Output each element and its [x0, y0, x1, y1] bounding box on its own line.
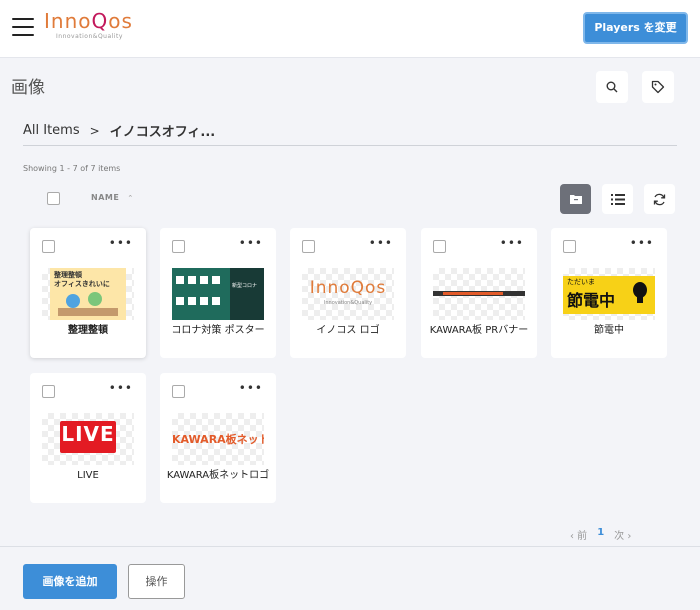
- item-title: 整理整頓: [68, 325, 108, 336]
- logo-wordmark: InnoQos: [44, 9, 133, 33]
- prev-page-link[interactable]: ‹ 前: [570, 527, 587, 542]
- more-options-icon[interactable]: •••: [239, 237, 263, 249]
- more-options-icon[interactable]: •••: [109, 382, 133, 394]
- thumbnail: 整理整頓 オフィスきれいに: [42, 268, 134, 320]
- grid-view-button[interactable]: [560, 184, 591, 214]
- select-all-checkbox[interactable]: [47, 192, 60, 205]
- thumbnail-text: LIVE: [61, 422, 115, 446]
- item-title: コロナ対策 ポスター: [171, 325, 265, 336]
- more-options-icon[interactable]: •••: [369, 237, 393, 249]
- image-card-seiri[interactable]: ••• 整理整頓 オフィスきれいに 整理整頓: [30, 228, 146, 358]
- items-count: Showing 1 - 7 of 7 items: [23, 164, 121, 173]
- change-players-button[interactable]: Players を変更: [583, 12, 688, 44]
- thumbnail-text: 整理整頓 オフィスきれいに: [54, 271, 110, 288]
- thumbnail-text: 新型コロナ: [232, 283, 258, 289]
- search-button[interactable]: [596, 71, 628, 103]
- divider: [23, 145, 677, 146]
- thumbnail-text: KAWARA板ネット: [172, 433, 264, 446]
- item-checkbox[interactable]: [42, 385, 55, 398]
- thumbnail: LIVE: [42, 413, 134, 465]
- app-logo[interactable]: InnoQos Innovation&Quality: [44, 10, 144, 46]
- item-title: LIVE: [77, 470, 99, 481]
- breadcrumb: All Items > イノコスオフィ...: [23, 121, 215, 140]
- thumbnail-text: InnoQos: [309, 278, 387, 298]
- folder-icon: [569, 195, 582, 204]
- thumbnail-text: 節電中: [567, 291, 616, 310]
- thumbnail: ただいま 節電中: [563, 268, 655, 320]
- thumbnail: InnoQos Innovation&Quality: [302, 268, 394, 320]
- refresh-icon: [653, 193, 666, 205]
- more-options-icon[interactable]: •••: [239, 382, 263, 394]
- item-title: 節電中: [594, 325, 624, 336]
- image-card-corona-poster[interactable]: ••• 新型コロナ コロナ対策 ポスター: [160, 228, 276, 358]
- thumbnail: 新型コロナ: [172, 268, 264, 320]
- item-title: KAWARA板ネットロゴ: [166, 470, 270, 481]
- logo-tagline: Innovation&Quality: [56, 33, 123, 40]
- image-card-innoqos-logo[interactable]: ••• InnoQos Innovation&Quality イノコス ロゴ: [290, 228, 406, 358]
- item-checkbox[interactable]: [172, 385, 185, 398]
- list-view-button[interactable]: [602, 184, 633, 214]
- page-title: 画像: [11, 78, 45, 98]
- add-image-button[interactable]: 画像を追加: [23, 564, 117, 599]
- tag-icon: [651, 80, 665, 94]
- operations-button[interactable]: 操作: [128, 564, 185, 599]
- more-options-icon[interactable]: •••: [109, 237, 133, 249]
- breadcrumb-current: イノコスオフィ...: [109, 125, 216, 140]
- top-bar: InnoQos Innovation&Quality Players を変更: [0, 0, 700, 58]
- image-card-kawara-logo[interactable]: ••• KAWARA板ネット KAWARA板ネットロゴ: [160, 373, 276, 503]
- image-card-setsuden[interactable]: ••• ただいま 節電中 節電中: [551, 228, 667, 358]
- name-header-label: NAME: [91, 193, 120, 202]
- next-page-link[interactable]: 次 ›: [614, 527, 631, 542]
- item-title: KAWARA板 PRバナー: [429, 325, 529, 336]
- more-options-icon[interactable]: •••: [500, 237, 524, 249]
- sort-icon: ⌃: [127, 193, 134, 202]
- tag-filter-button[interactable]: [642, 71, 674, 103]
- thumbnail: [433, 268, 525, 320]
- item-title: イノコス ロゴ: [316, 325, 380, 336]
- menu-icon[interactable]: [12, 18, 34, 36]
- search-icon: [606, 81, 618, 93]
- pagination: ‹ 前 1 次 ›: [570, 527, 631, 542]
- list-icon: [610, 193, 625, 205]
- image-card-live[interactable]: ••• LIVE LIVE: [30, 373, 146, 503]
- item-checkbox[interactable]: [302, 240, 315, 253]
- item-checkbox[interactable]: [563, 240, 576, 253]
- image-card-kawara-banner[interactable]: ••• KAWARA板 PRバナー: [421, 228, 537, 358]
- thumbnail-subtext: Innovation&Quality: [323, 300, 373, 306]
- thumbnail-caption: ただいま: [567, 278, 595, 286]
- more-options-icon[interactable]: •••: [630, 237, 654, 249]
- item-checkbox[interactable]: [42, 240, 55, 253]
- refresh-button[interactable]: [644, 184, 675, 214]
- name-sort-header[interactable]: NAME ⌃: [91, 193, 134, 202]
- item-checkbox[interactable]: [172, 240, 185, 253]
- thumbnail: KAWARA板ネット: [172, 413, 264, 465]
- current-page[interactable]: 1: [597, 527, 604, 542]
- breadcrumb-root[interactable]: All Items: [23, 123, 80, 138]
- breadcrumb-separator: >: [89, 123, 100, 138]
- item-checkbox[interactable]: [433, 240, 446, 253]
